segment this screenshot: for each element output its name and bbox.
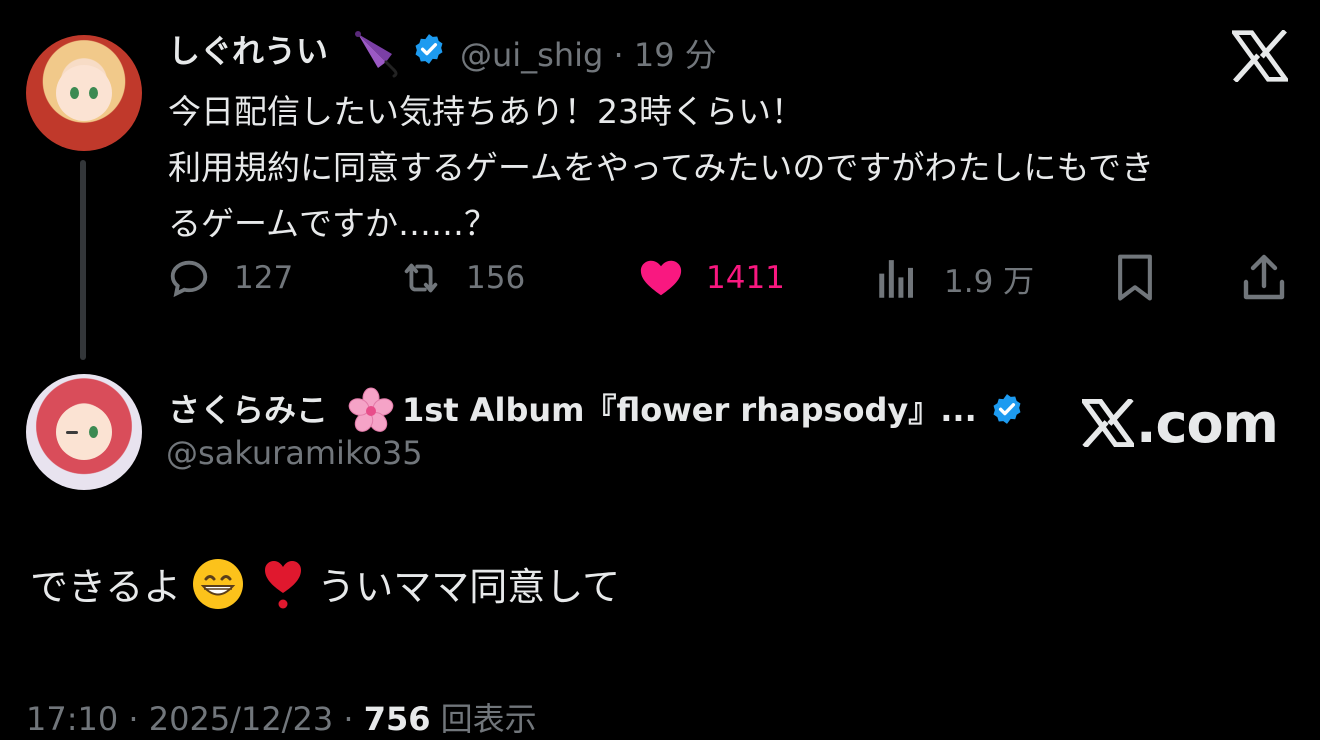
verified-badge-icon [993, 394, 1021, 424]
grinning-face-emoji-icon [193, 558, 244, 609]
x-logo-icon[interactable] [1232, 30, 1288, 82]
handle-text[interactable]: @ui_shig [460, 36, 603, 74]
like-count: 1411 [706, 260, 785, 296]
author-name[interactable]: さくらみこ [168, 385, 328, 431]
umbrella-emoji-icon [355, 31, 398, 78]
tweet-meta: 17:10 · 2025/12/23 · 756 回表示 [26, 694, 537, 740]
author-name[interactable]: しぐれうい [168, 26, 328, 72]
retweet-icon [404, 263, 438, 293]
x-com-brand: .com [1082, 390, 1279, 456]
reply-text-before: できるよ [30, 565, 182, 609]
tweet-line: 今日配信したい気持ちあり！23時くらい！ [168, 92, 804, 131]
avatar-wink [66, 431, 78, 434]
reply-text-after: ういママ同意して [317, 565, 621, 609]
retweet-button[interactable]: 156 [398, 252, 525, 304]
views-button[interactable]: 1.9 万 [876, 252, 1034, 304]
author-name-suffix[interactable]: 1st Album『flower rhapsody』... [402, 385, 977, 431]
avatar-shigure-ui[interactable] [26, 35, 142, 151]
author-handle[interactable]: @sakuramiko35 [166, 434, 423, 472]
time-ago[interactable]: · 19 分 [614, 36, 717, 74]
retweet-count: 156 [466, 260, 526, 296]
x-logo-icon [1082, 399, 1134, 447]
avatar-eye-right [89, 426, 98, 438]
views-label: 回表示 [440, 700, 537, 738]
avatar-eye-left [70, 87, 79, 99]
bookmark-icon[interactable] [1112, 252, 1158, 304]
share-icon[interactable] [1240, 252, 1288, 304]
views-number: 756 [363, 700, 431, 738]
heart-icon [640, 260, 682, 296]
avatar-eye-right [89, 87, 98, 99]
avatar-sakura-miko[interactable] [26, 374, 142, 490]
analytics-icon [879, 260, 913, 298]
timestamp[interactable]: 17:10 · 2025/12/23 · [26, 700, 354, 738]
reply-icon [170, 260, 208, 298]
avatar-face [56, 65, 112, 121]
reply-body: できるよ ういママ同意して [30, 556, 620, 611]
view-count: 1.9 万 [944, 263, 1035, 300]
reply-button[interactable]: 127 [166, 252, 293, 304]
like-button[interactable]: 1411 [638, 252, 785, 304]
verified-badge-icon [415, 34, 443, 64]
tweet-line: るゲームですか……？ [168, 204, 498, 243]
author-handle[interactable]: @ui_shig · 19 分 [460, 30, 717, 76]
thread-line [80, 160, 86, 360]
tweet-line: 利用規約に同意するゲームをやってみたいのですがわたしにもでき [168, 148, 1155, 187]
heart-exclamation-emoji-icon [265, 560, 302, 608]
avatar-face [56, 404, 112, 460]
tweet-body: 今日配信したい気持ちあり！23時くらい！ 利用規約に同意するゲームをやってみたい… [168, 84, 1278, 252]
x-com-label: .com [1136, 391, 1279, 455]
reply-count: 127 [234, 260, 294, 296]
cherry-blossom-emoji-icon [348, 387, 394, 432]
